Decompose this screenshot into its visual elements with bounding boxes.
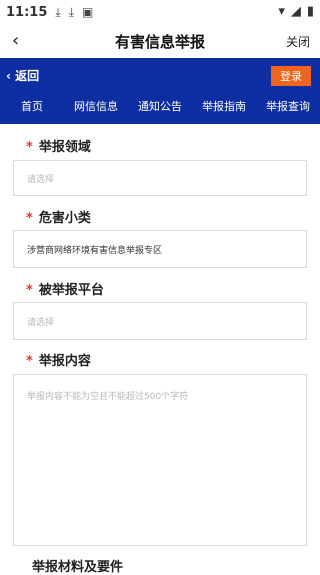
nav-menu: 首页 网信信息 通知公告 举报指南 举报查询 [0,94,320,120]
content-label: * 举报内容 [26,354,91,369]
required-mark: * [26,211,33,226]
platform-select[interactable]: 请选择 [13,302,307,340]
required-mark: * [26,140,33,155]
download-icon: ⤓ [55,4,61,19]
wifi-icon: ▾ [278,4,285,19]
domain-select[interactable]: 请选择 [13,160,307,196]
page-title: 有害信息举报 [114,32,205,51]
category-label: * 危害小类 [26,211,91,226]
back-link[interactable]: ‹ 返回 [6,67,39,84]
platform-label: * 被举报平台 [26,283,104,298]
login-button[interactable]: 登录 [271,66,311,86]
required-mark: * [26,354,33,369]
content-textarea[interactable]: 举报内容不能为空且不能超过500个字符 [13,374,307,546]
nav-item-home[interactable]: 首页 [0,94,64,120]
status-bar: 11:15 ⤓ ⤓ ▣ ▾ ◢ ▮ [0,0,320,24]
materials-label: 举报材料及要件 [32,560,124,575]
download-icon: ⤓ [68,4,75,19]
domain-label: * 举报领域 [26,140,91,155]
nav-item-cyber-info[interactable]: 网信信息 [64,94,128,120]
nav-item-query[interactable]: 举报查询 [256,94,320,120]
battery-icon: ▮ [306,4,314,19]
status-time: 11:15 [6,4,48,20]
chevron-left-icon: ‹ [6,69,16,83]
nav-item-notices[interactable]: 通知公告 [128,94,192,120]
nav-item-guide[interactable]: 举报指南 [192,94,256,120]
required-mark: * [26,283,33,298]
back-link-label: 返回 [15,69,40,83]
close-button[interactable]: 关闭 [286,33,310,50]
app-notification-icon: ▣ [82,5,94,19]
back-arrow-icon[interactable]: ‹ [12,30,19,51]
header-banner: ‹ 返回 登录 首页 网信信息 通知公告 举报指南 举报查询 [0,58,320,124]
category-select[interactable]: 涉营商网络环境有害信息举报专区 [13,230,307,268]
signal-icon: ◢ [290,4,301,19]
title-bar: ‹ 有害信息举报 关闭 [0,24,320,58]
